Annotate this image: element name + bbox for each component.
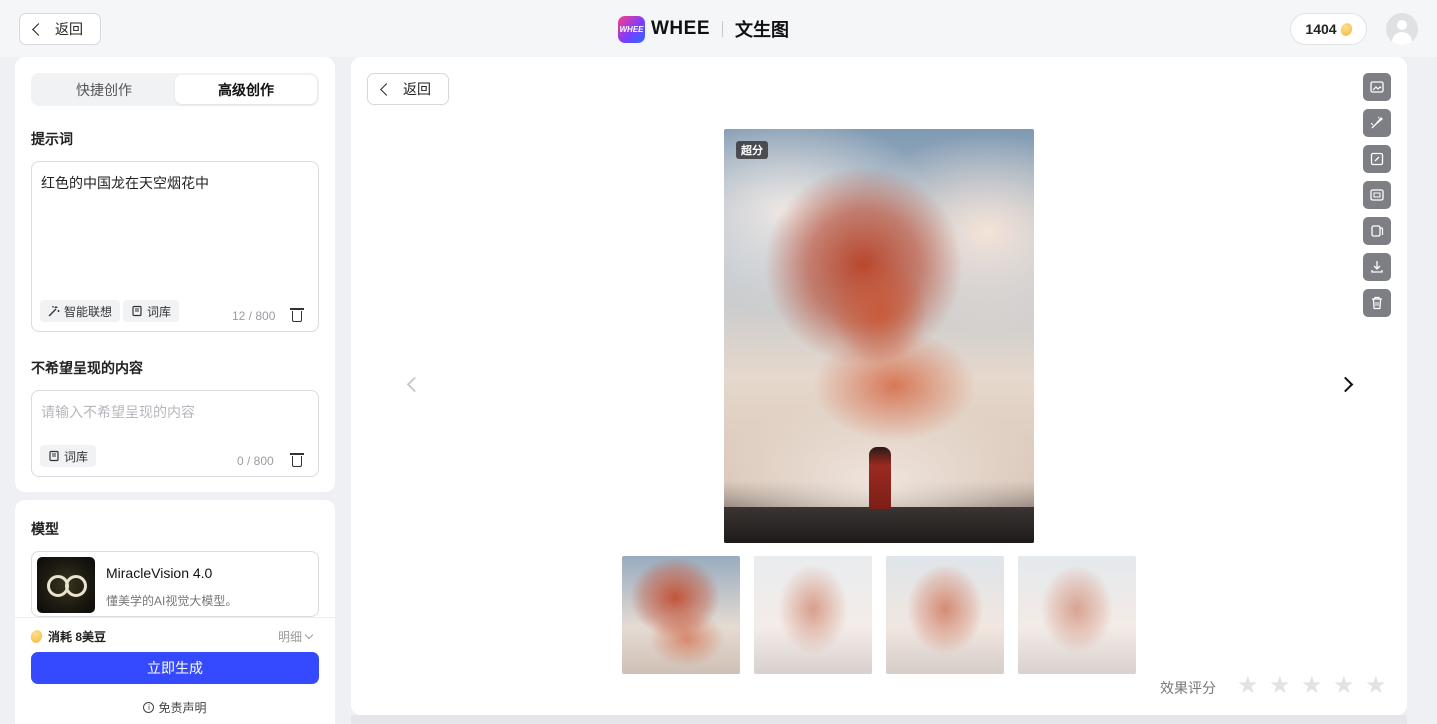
bottom-scrollbar[interactable] <box>351 715 1407 724</box>
bean-icon <box>1338 21 1354 37</box>
thumbnail-3[interactable] <box>886 556 1004 674</box>
result-back-button[interactable]: 返回 <box>367 73 449 105</box>
negative-counter: 0 / 800 <box>237 454 274 468</box>
generate-button[interactable]: 立即生成 <box>31 652 319 684</box>
model-title: 模型 <box>31 521 59 537</box>
logo-text: WHEE <box>651 18 710 39</box>
chevron-left-icon <box>32 22 45 36</box>
tab-advanced-create[interactable]: 高级创作 <box>175 75 317 104</box>
cost-detail-label: 明细 <box>278 630 303 644</box>
edit-note-button[interactable] <box>1363 145 1391 173</box>
brush-button[interactable] <box>1363 109 1391 137</box>
rating-star-1[interactable]: ★ <box>1237 674 1261 698</box>
app-logo[interactable]: WHEE WHEE 文生图 <box>618 15 789 43</box>
model-panel: 模型 MiracleVision 4.0 懂美学的AI视觉大模型。 消耗 8美豆… <box>15 500 335 724</box>
logo-badge-icon: WHEE <box>618 15 645 43</box>
next-image-icon[interactable] <box>1337 376 1354 393</box>
download-icon <box>1371 261 1383 273</box>
image-expand-button[interactable] <box>1363 181 1391 209</box>
edit-note-icon <box>1370 152 1384 166</box>
rating-star-2[interactable]: ★ <box>1269 674 1293 698</box>
copy-icon <box>1371 225 1384 237</box>
page-title: 文生图 <box>735 20 789 40</box>
clear-prompt-icon[interactable] <box>290 308 304 322</box>
image-expand-icon <box>1370 189 1384 201</box>
disclaimer-link[interactable]: i 免责声明 <box>15 699 335 716</box>
book-icon <box>49 450 59 462</box>
smart-suggest-button[interactable]: 智能联想 <box>40 300 121 322</box>
model-name: MiracleVision 4.0 <box>106 565 213 581</box>
prompt-counter: 12 / 800 <box>232 309 276 323</box>
magic-wand-icon <box>48 306 60 317</box>
image-ground <box>724 507 1034 543</box>
image-edit-button[interactable] <box>1363 73 1391 101</box>
prompt-panel: 快捷创作 高级创作 提示词 红色的中国龙在天空烟花中 智能联想 词库 12 / … <box>15 57 335 492</box>
user-avatar[interactable] <box>1386 13 1418 45</box>
model-selector[interactable]: MiracleVision 4.0 懂美学的AI视觉大模型。 <box>31 551 319 617</box>
prompt-textarea[interactable]: 红色的中国龙在天空烟花中 智能联想 词库 12 / 800 <box>31 161 319 332</box>
top-back-label: 返回 <box>55 21 83 37</box>
info-icon: i <box>143 702 155 713</box>
prompt-library-button[interactable]: 词库 <box>123 300 180 322</box>
brush-icon <box>1370 116 1383 129</box>
negative-title: 不希望呈现的内容 <box>31 360 143 376</box>
top-back-button[interactable]: 返回 <box>19 13 101 45</box>
prompt-text: 红色的中国龙在天空烟花中 <box>41 175 209 191</box>
image-figure <box>869 447 891 509</box>
tab-quick-create[interactable]: 快捷创作 <box>33 75 175 104</box>
cost-info: 消耗 8美豆 <box>29 628 107 645</box>
cost-bar: 消耗 8美豆 明细 <box>15 617 335 653</box>
generated-image[interactable]: 超分 <box>724 129 1034 543</box>
disclaimer-label: 免责声明 <box>158 701 207 715</box>
download-button[interactable] <box>1363 253 1391 281</box>
points-value: 1404 <box>1305 21 1337 37</box>
model-description: 懂美学的AI视觉大模型。 <box>106 594 238 608</box>
trash-icon <box>1372 296 1382 310</box>
negative-library-label: 词库 <box>64 449 89 464</box>
clear-negative-icon[interactable] <box>290 453 304 467</box>
rating-star-3[interactable]: ★ <box>1301 674 1325 698</box>
prompt-library-label: 词库 <box>147 304 172 319</box>
prompt-title: 提示词 <box>31 131 73 147</box>
prev-image-icon[interactable] <box>406 376 423 393</box>
cost-detail-dropdown[interactable]: 明细 <box>278 628 314 645</box>
rating-star-5[interactable]: ★ <box>1365 674 1389 698</box>
image-edit-icon <box>1370 81 1384 93</box>
copy-button[interactable] <box>1363 217 1391 245</box>
smart-suggest-label: 智能联想 <box>64 304 113 319</box>
rating-label: 效果评分 <box>1160 680 1216 696</box>
book-icon <box>132 305 142 317</box>
negative-placeholder: 请输入不希望呈现的内容 <box>41 404 195 420</box>
negative-textarea[interactable]: 请输入不希望呈现的内容 词库 0 / 800 <box>31 390 319 477</box>
chevron-down-icon <box>304 630 314 640</box>
top-bar: 返回 WHEE WHEE 文生图 1404 <box>0 0 1437 57</box>
result-back-label: 返回 <box>403 81 431 97</box>
thumbnail-2[interactable] <box>754 556 872 674</box>
mode-tabs: 快捷创作 高级创作 <box>31 73 319 106</box>
cost-label: 消耗 8美豆 <box>48 630 107 644</box>
points-badge[interactable]: 1404 <box>1290 13 1367 45</box>
negative-library-button[interactable]: 词库 <box>40 445 97 467</box>
chevron-left-icon <box>380 82 393 96</box>
bean-icon <box>29 628 44 645</box>
model-thumbnail <box>37 557 95 613</box>
rating-star-4[interactable]: ★ <box>1333 674 1357 698</box>
thumbnail-1[interactable] <box>622 556 740 674</box>
thumbnail-4[interactable] <box>1018 556 1136 674</box>
result-panel: 返回 超分 效果评分 ★ ★ ★ ★ ★ <box>351 57 1407 715</box>
delete-button[interactable] <box>1363 289 1391 317</box>
superres-tag: 超分 <box>736 141 768 159</box>
logo-divider <box>722 21 723 37</box>
